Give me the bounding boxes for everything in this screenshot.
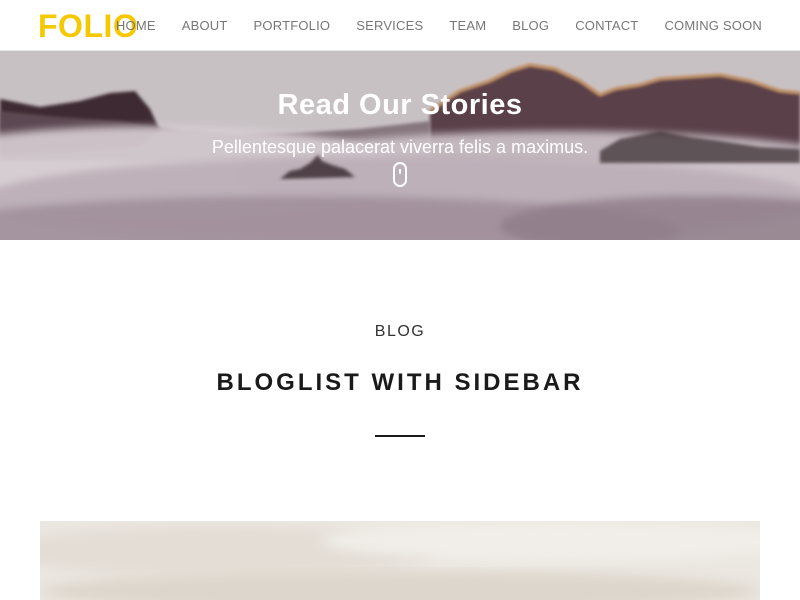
section-title: BLOGLIST WITH SIDEBAR [216, 369, 584, 396]
nav-link-contact[interactable]: CONTACT [575, 18, 638, 33]
nav-link-about[interactable]: ABOUT [182, 18, 228, 33]
blog-post-image[interactable] [40, 521, 760, 600]
hero-subtitle: Pellentesque palacerat viverra felis a m… [211, 137, 589, 157]
nav-link-services[interactable]: SERVICES [356, 18, 423, 33]
blog-post-image-art [40, 521, 760, 600]
nav-item-portfolio: PORTFOLIO [254, 17, 331, 35]
nav-link-blog[interactable]: BLOG [512, 18, 549, 33]
hero-title: Read Our Stories [277, 89, 523, 121]
nav-item-coming-soon: COMING SOON [664, 17, 762, 35]
nav-item-home: HOME [116, 17, 156, 35]
mouse-scroll-icon[interactable] [393, 162, 407, 187]
nav-item-services: SERVICES [356, 17, 423, 35]
site-header: FOLIO HOME ABOUT PORTFOLIO SERVICES TEAM… [0, 0, 800, 51]
hero-banner: Read Our Stories Pellentesque palacerat … [0, 51, 800, 240]
section-label: BLOG [374, 323, 426, 340]
nav-item-contact: CONTACT [575, 17, 638, 35]
nav-link-portfolio[interactable]: PORTFOLIO [254, 18, 331, 33]
nav-item-blog: BLOG [512, 17, 549, 35]
nav-item-team: TEAM [449, 17, 486, 35]
main-nav: HOME ABOUT PORTFOLIO SERVICES TEAM BLOG … [116, 0, 762, 51]
nav-link-coming-soon[interactable]: COMING SOON [664, 18, 762, 33]
nav-item-about: ABOUT [182, 17, 228, 35]
nav-link-home[interactable]: HOME [116, 18, 156, 33]
mouse-wheel-indicator [399, 169, 401, 174]
section-divider [375, 435, 425, 437]
nav-link-team[interactable]: TEAM [449, 18, 486, 33]
